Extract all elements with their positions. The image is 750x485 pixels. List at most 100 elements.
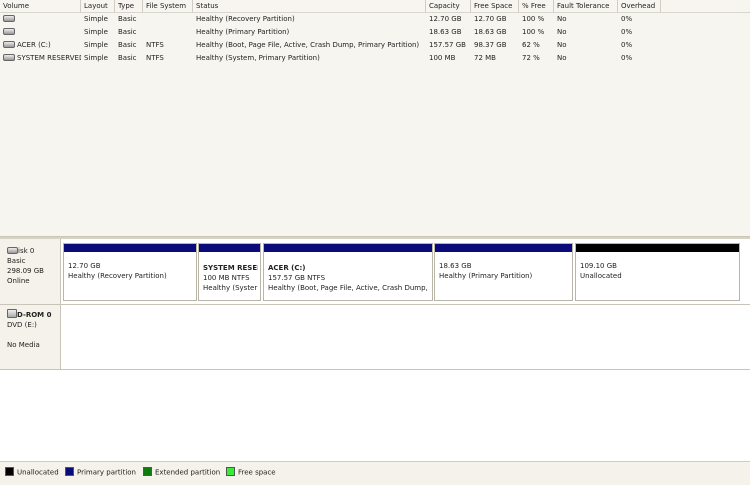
primary-partition-bar — [199, 244, 260, 252]
cdrom-0-label[interactable]: D-ROM 0 DVD (E:) No Media — [0, 305, 61, 369]
disk-icon — [7, 246, 18, 254]
volume-list: Volume Layout Type File System Status Ca… — [0, 0, 750, 236]
cdrom-icon — [7, 308, 17, 318]
status-cell: Healthy (Primary Partition) — [196, 28, 290, 36]
legend: Unallocated Primary partition Extended p… — [0, 461, 750, 485]
capacity-cell: 18.63 GB — [429, 28, 462, 36]
fs-cell — [143, 13, 193, 26]
fault-tolerance-cell: No — [557, 15, 567, 23]
partition-acer-c[interactable]: ACER (C:) 157.57 GB NTFS Healthy (Boot, … — [263, 243, 433, 301]
fault-tolerance-cell: No — [557, 54, 567, 62]
partition-title: SYSTEM RESERV — [203, 264, 258, 272]
volume-row[interactable]: Simple Basic Healthy (Primary Partition)… — [0, 26, 750, 39]
partition-size: 157.57 GB NTFS — [268, 274, 326, 282]
disk-0-size: 298.09 GB — [7, 267, 44, 275]
column-header-status[interactable]: Status — [193, 0, 426, 12]
fault-tolerance-cell: No — [557, 28, 567, 36]
status-cell: Healthy (Boot, Page File, Active, Crash … — [196, 41, 420, 49]
cdrom-0-name-line: D-ROM 0 — [7, 308, 60, 320]
capacity-cell: 157.57 GB — [429, 41, 466, 49]
percent-free-cell: 100 % — [522, 28, 545, 36]
unallocated-bar — [576, 244, 739, 252]
legend-free-space: Free space — [226, 467, 276, 477]
partition-status: Healthy (Syster — [203, 284, 258, 292]
overhead-cell: 0% — [621, 15, 633, 23]
overhead-cell: 0% — [621, 28, 633, 36]
free-space-cell: 72 MB — [474, 54, 496, 62]
partition-text: SYSTEM RESERV 100 MB NTFS Healthy (Syste… — [203, 263, 258, 293]
percent-free-cell: 72 % — [522, 54, 540, 62]
primary-partition-bar — [264, 244, 432, 252]
legend-label: Extended partition — [155, 468, 221, 477]
partition-text: ACER (C:) 157.57 GB NTFS Healthy (Boot, … — [268, 263, 430, 293]
legend-primary-partition: Primary partition — [65, 467, 136, 477]
free-space-cell: 98.37 GB — [474, 41, 507, 49]
disk-0-name: isk 0 — [18, 247, 35, 255]
column-header-type[interactable]: Type — [115, 0, 143, 12]
primary-partition-bar — [435, 244, 572, 252]
fault-tolerance-cell: No — [557, 41, 567, 49]
partition-primary[interactable]: 18.63 GB Healthy (Primary Partition) — [434, 243, 573, 301]
legend-unallocated: Unallocated — [5, 467, 59, 477]
legend-extended-partition: Extended partition — [143, 467, 221, 477]
free-space-cell: 18.63 GB — [474, 28, 507, 36]
volume-name-cell — [0, 26, 81, 39]
volume-row[interactable]: SYSTEM RESERVED Simple Basic NTFS Health… — [0, 52, 750, 65]
column-header-volume[interactable]: Volume — [0, 0, 81, 12]
volume-list-header: Volume Layout Type File System Status Ca… — [0, 0, 750, 13]
volume-name: ACER (C:) — [17, 41, 51, 49]
column-header-free-space[interactable]: Free Space — [471, 0, 519, 12]
status-cell: Healthy (System, Primary Partition) — [196, 54, 320, 62]
partition-size: 109.10 GB — [580, 262, 617, 270]
column-header-overhead[interactable]: Overhead — [618, 0, 661, 12]
fs-cell: NTFS — [146, 41, 164, 49]
legend-label: Unallocated — [17, 468, 59, 477]
partition-unallocated[interactable]: 109.10 GB Unallocated — [575, 243, 740, 301]
cdrom-0-name: D-ROM 0 — [17, 311, 52, 319]
drive-icon — [3, 14, 15, 22]
layout-cell: Simple — [84, 28, 108, 36]
partition-title: ACER (C:) — [268, 264, 306, 272]
capacity-cell: 12.70 GB — [429, 15, 462, 23]
overhead-cell: 0% — [621, 54, 633, 62]
type-cell: Basic — [118, 54, 137, 62]
partition-text: 109.10 GB Unallocated — [580, 261, 737, 281]
percent-free-cell: 62 % — [522, 41, 540, 49]
extended-partition-swatch — [143, 467, 152, 476]
cdrom-0-row: D-ROM 0 DVD (E:) No Media — [0, 305, 750, 370]
column-header-percent-free[interactable]: % Free — [519, 0, 554, 12]
disk-graphical-view: isk 0 Basic 298.09 GB Online 12.70 GB He… — [0, 239, 750, 461]
capacity-cell: 100 MB — [429, 54, 456, 62]
column-header-fault-tolerance[interactable]: Fault Tolerance — [554, 0, 618, 12]
unallocated-swatch — [5, 467, 14, 476]
overhead-cell: 0% — [621, 41, 633, 49]
column-header-file-system[interactable]: File System — [143, 0, 193, 12]
type-cell: Basic — [118, 41, 137, 49]
legend-label: Free space — [238, 468, 276, 477]
layout-cell: Simple — [84, 15, 108, 23]
partition-system-reserved[interactable]: SYSTEM RESERV 100 MB NTFS Healthy (Syste… — [198, 243, 261, 301]
type-cell: Basic — [118, 28, 137, 36]
disk-0-name-line: isk 0 — [7, 246, 60, 256]
partition-status: Healthy (Recovery Partition) — [68, 272, 167, 280]
layout-cell: Simple — [84, 54, 108, 62]
free-space-cell: 12.70 GB — [474, 15, 507, 23]
volume-row[interactable]: Simple Basic Healthy (Recovery Partition… — [0, 13, 750, 26]
drive-icon — [3, 53, 15, 61]
disk-0-row: isk 0 Basic 298.09 GB Online 12.70 GB He… — [0, 239, 750, 305]
drive-icon — [3, 40, 15, 48]
column-header-layout[interactable]: Layout — [81, 0, 115, 12]
column-header-capacity[interactable]: Capacity — [426, 0, 471, 12]
disk-0-type: Basic — [7, 257, 26, 265]
type-cell: Basic — [118, 15, 137, 23]
partition-recovery[interactable]: 12.70 GB Healthy (Recovery Partition) — [63, 243, 197, 301]
volume-name-cell — [0, 13, 81, 26]
volume-row[interactable]: ACER (C:) Simple Basic NTFS Healthy (Boo… — [0, 39, 750, 52]
cdrom-0-type: DVD (E:) — [7, 321, 37, 329]
partition-size: 18.63 GB — [439, 262, 472, 270]
disk-0-label[interactable]: isk 0 Basic 298.09 GB Online — [0, 239, 61, 304]
percent-free-cell: 100 % — [522, 15, 545, 23]
disk-0-status: Online — [7, 277, 30, 285]
primary-partition-swatch — [65, 467, 74, 476]
